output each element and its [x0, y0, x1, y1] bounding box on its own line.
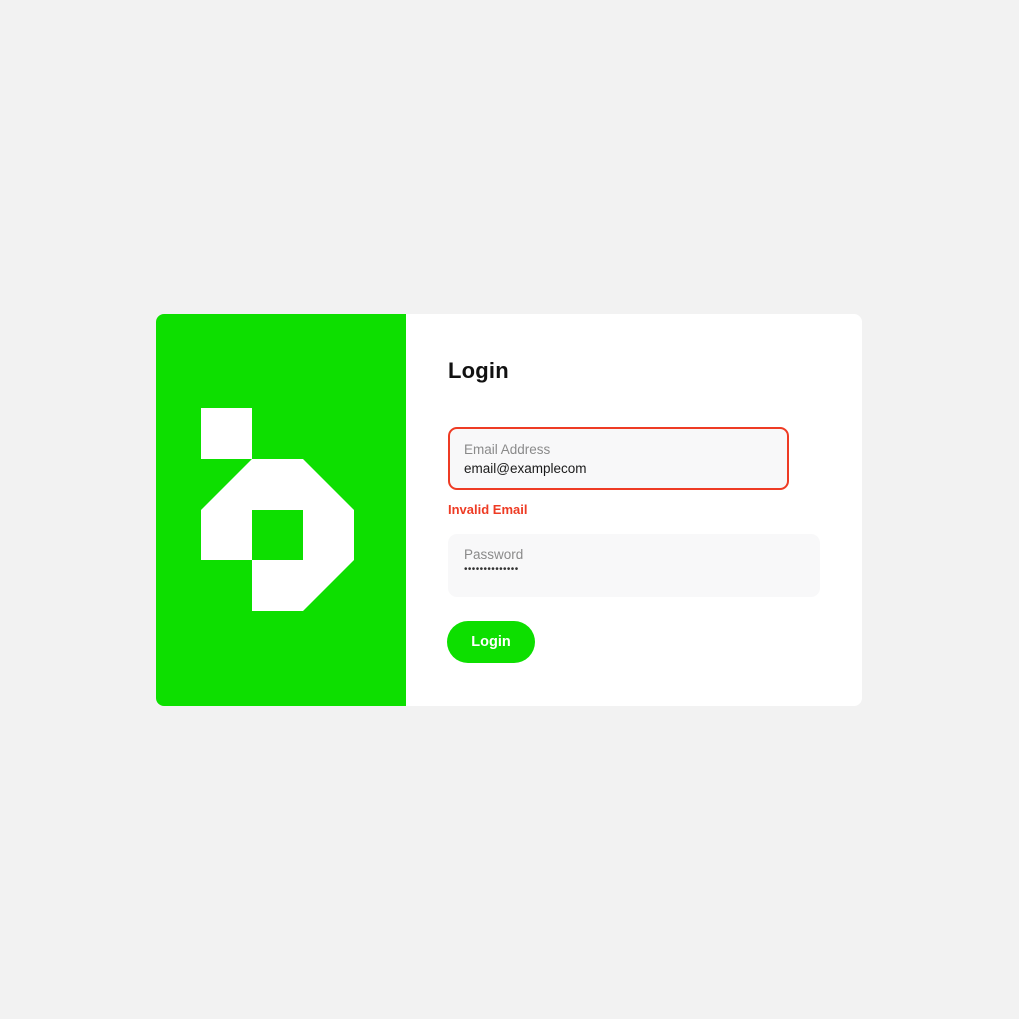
logo-square: [201, 408, 252, 459]
email-input[interactable]: [464, 461, 764, 476]
login-button[interactable]: Login: [447, 621, 535, 663]
email-field[interactable]: Email Address: [448, 427, 789, 490]
logo-hole: [252, 510, 303, 560]
password-input[interactable]: ••••••••••••••: [464, 564, 764, 575]
brand-panel: [156, 314, 406, 706]
page-title: Login: [448, 358, 509, 383]
password-field[interactable]: Password ••••••••••••••: [448, 534, 820, 597]
login-card: Login Email Address Invalid Email Passwo…: [156, 314, 862, 706]
email-label: Email Address: [464, 442, 551, 457]
password-label: Password: [464, 547, 524, 562]
brand-logo: [156, 314, 406, 706]
login-form: Login Email Address Invalid Email Passwo…: [406, 314, 862, 706]
email-error-message: Invalid Email: [448, 502, 528, 517]
